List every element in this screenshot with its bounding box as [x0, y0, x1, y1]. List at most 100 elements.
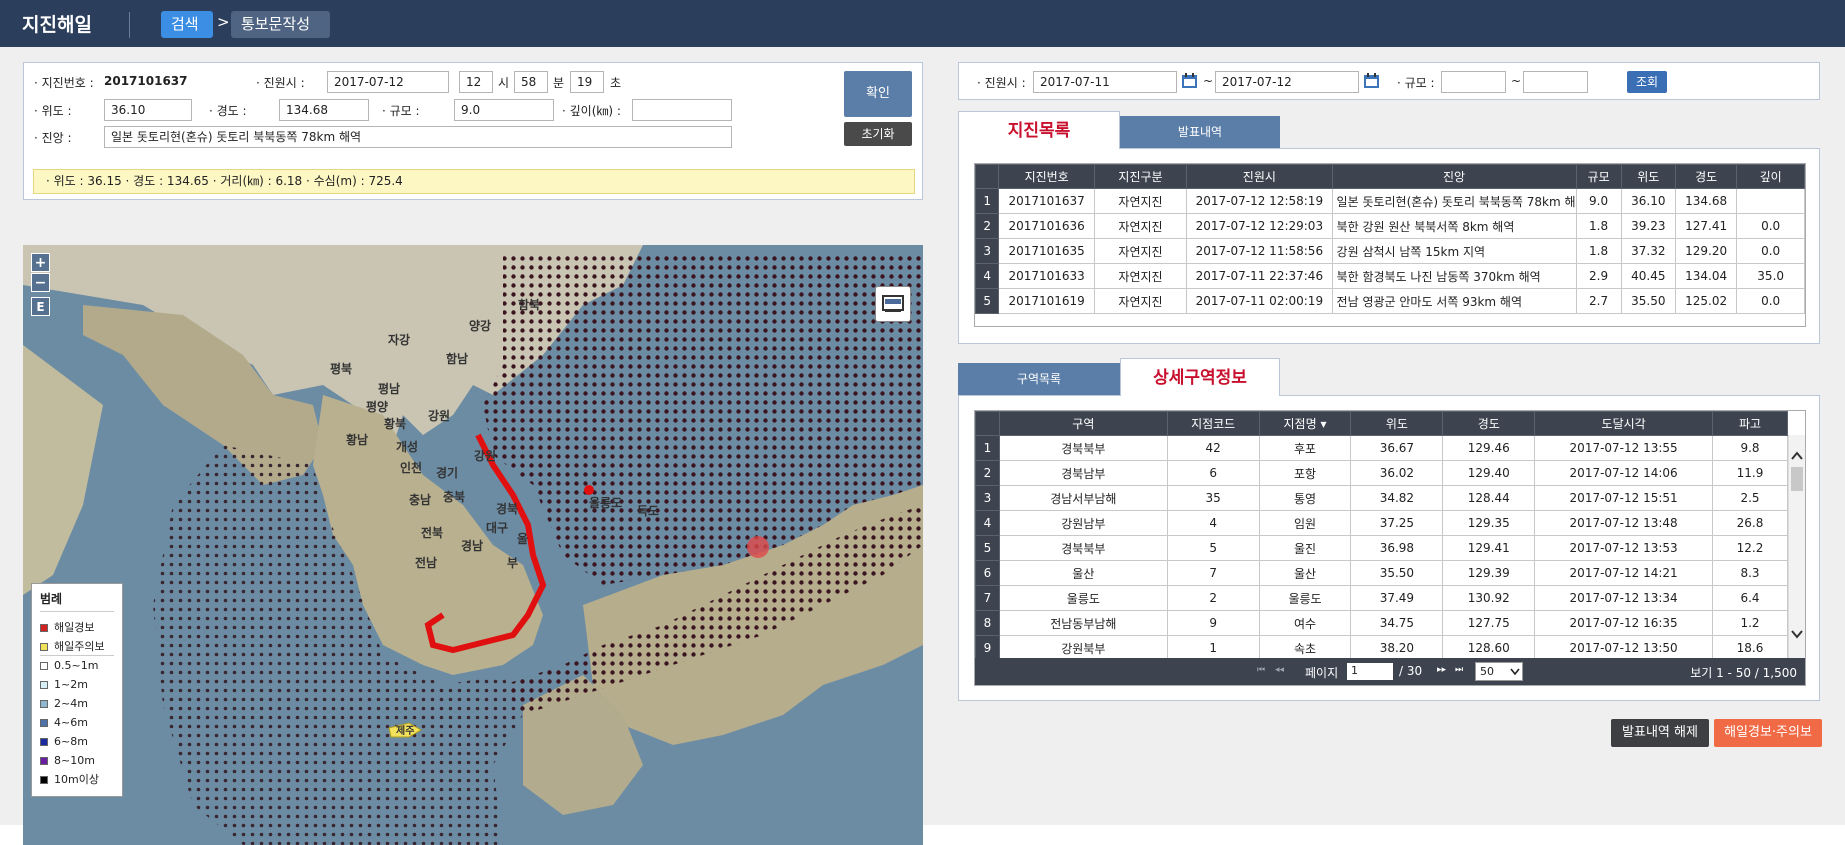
col-wave-height[interactable]: 파고	[1712, 411, 1788, 436]
magnitude-to-field[interactable]	[1523, 71, 1588, 93]
first-page-icon[interactable]: ⏮	[1257, 665, 1265, 675]
table-row[interactable]: 7 울릉도 2 울릉도 37.49 130.92 2017-07-12 13:34 6.4	[975, 585, 1788, 611]
confirm-button[interactable]: 확인	[844, 71, 912, 117]
col-eq-type[interactable]: 지진구분	[1093, 164, 1188, 189]
zoom-out-button[interactable]: −	[31, 273, 50, 292]
table-cell: 1.2	[1712, 610, 1788, 636]
col-depth[interactable]: 깊이	[1736, 164, 1805, 189]
minute-field[interactable]: 58	[514, 71, 548, 93]
table-cell: 울릉도	[1258, 585, 1352, 611]
table-cell: 자연지진	[1093, 288, 1188, 314]
date-from-field[interactable]: 2017-07-11	[1033, 71, 1177, 93]
table-row[interactable]: 5 2017101619 자연지진 2017-07-11 02:00:19 전남 영광군…	[975, 288, 1805, 314]
e-mode-button[interactable]: E	[31, 297, 50, 316]
scroll-thumb[interactable]	[1791, 467, 1803, 491]
lon-field[interactable]: 134.68	[279, 99, 369, 121]
col-epicenter[interactable]: 진앙	[1331, 164, 1577, 189]
table-row[interactable]: 2 경북남부 6 포항 36.02 129.40 2017-07-12 14:06 11.9	[975, 460, 1788, 486]
table-cell: 울산	[998, 560, 1168, 586]
query-button[interactable]: 조회	[1627, 71, 1667, 93]
tab-zone-list[interactable]: 구역목록	[958, 363, 1120, 396]
table-cell: 127.41	[1674, 213, 1738, 239]
scroll-up-icon[interactable]	[1791, 451, 1803, 461]
table-row[interactable]: 1 2017101637 자연지진 2017-07-12 12:58:19 일본 돗토리…	[975, 188, 1805, 214]
view-range-text: 보기 1 - 50 / 1,500	[1690, 666, 1797, 680]
calendar-icon[interactable]	[1363, 72, 1381, 90]
legend-label: 10m이상	[54, 773, 99, 786]
table-cell: 3	[975, 238, 1000, 264]
reset-button[interactable]: 초기화	[844, 122, 912, 146]
legend-swatch	[40, 643, 48, 651]
zoom-in-button[interactable]: +	[31, 253, 50, 272]
map-label: 부	[507, 556, 518, 570]
origin-date-field[interactable]: 2017-07-12	[327, 71, 449, 93]
page-number-input[interactable]: 1	[1347, 663, 1393, 680]
legend-label: 해일주의보	[54, 640, 105, 653]
legend-item: 6~8m	[40, 732, 114, 751]
col-eq-no[interactable]: 지진번호	[998, 164, 1095, 189]
tsunami-warning-advisory-button[interactable]: 해일경보·주의보	[1714, 719, 1822, 747]
chevron-down-icon	[1510, 668, 1520, 676]
second-field[interactable]: 19	[570, 71, 604, 93]
table-row[interactable]: 3 2017101635 자연지진 2017-07-12 11:58:56 강원 삼척시…	[975, 238, 1805, 264]
magnitude-from-field[interactable]	[1441, 71, 1506, 93]
table-row[interactable]: 4 2017101633 자연지진 2017-07-11 22:37:46 북한 함경북…	[975, 263, 1805, 289]
col-lon[interactable]: 경도	[1442, 411, 1536, 436]
epicenter-marker[interactable]	[747, 536, 769, 558]
lat-field[interactable]: 36.10	[104, 99, 192, 121]
table-cell: 자연지진	[1093, 213, 1188, 239]
hour-field[interactable]: 12	[459, 71, 493, 93]
table-cell: 2.5	[1712, 485, 1788, 511]
magnitude-field[interactable]: 9.0	[454, 99, 554, 121]
col-arrival-time[interactable]: 도달시각	[1534, 411, 1714, 436]
col-lat[interactable]: 위도	[1620, 164, 1676, 189]
table-row[interactable]: 1 경북북부 42 후포 36.67 129.46 2017-07-12 13:55 9.8	[975, 435, 1788, 461]
table-cell: 18.6	[1712, 635, 1788, 660]
col-zone[interactable]: 구역	[998, 411, 1168, 436]
table-row[interactable]: 8 전남동부남해 9 여수 34.75 127.75 2017-07-12 16:35 1.2	[975, 610, 1788, 636]
map-label: 강원	[474, 449, 496, 463]
legend-title: 범례	[40, 590, 114, 612]
col-lon[interactable]: 경도	[1674, 164, 1738, 189]
epicenter-field[interactable]: 일본 돗토리현(혼슈) 돗토리 북북동쪽 78km 해역	[104, 126, 732, 148]
table-cell: 2017-07-12 13:34	[1534, 585, 1714, 611]
legend-label: 2~4m	[54, 697, 88, 710]
next-page-icon[interactable]: ▸▸	[1437, 665, 1446, 675]
table-row[interactable]: 2 2017101636 자연지진 2017-07-12 12:29:03 북한 강원 …	[975, 213, 1805, 239]
legend-item: 8~10m	[40, 751, 114, 770]
table-row[interactable]: 6 울산 7 울산 35.50 129.39 2017-07-12 14:21 8.3	[975, 560, 1788, 586]
table-row[interactable]: 3 경남서부남해 35 통영 34.82 128.44 2017-07-12 15:51 2.…	[975, 485, 1788, 511]
layer-switch-button[interactable]	[875, 286, 911, 322]
tab-announcement-history[interactable]: 발표내역	[1120, 116, 1280, 149]
zone-table-wrap: 구역 지점코드 지점명 ▾ 위도 경도 도달시각 파고 1 경북북부 42 후포 36.…	[974, 410, 1806, 686]
table-row[interactable]: 4 강원남부 4 임원 37.25 129.35 2017-07-12 13:48 26.8	[975, 510, 1788, 536]
prev-page-icon[interactable]: ◂◂	[1275, 665, 1284, 675]
col-point-name[interactable]: 지점명 ▾	[1258, 411, 1352, 436]
calendar-icon[interactable]	[1181, 72, 1199, 90]
table-row[interactable]: 9 강원북부 1 속초 38.20 128.60 2017-07-12 13:50 18.6	[975, 635, 1788, 660]
zone-table-scroll-area[interactable]: 구역 지점코드 지점명 ▾ 위도 경도 도달시각 파고 1 경북북부 42 후포 36.…	[975, 411, 1788, 660]
table-cell: 자연지진	[1093, 238, 1188, 264]
tsunami-map[interactable]: 함북 양강 자강 함남 평북 평남 평양 강원 황북 황남 개성 인천 경기 강…	[23, 245, 923, 845]
search-tab-button[interactable]: 검색	[161, 11, 213, 38]
legend-swatch	[40, 624, 48, 632]
scroll-down-icon[interactable]	[1791, 629, 1803, 639]
tab-zone-detail[interactable]: 상세구역정보	[1120, 358, 1280, 396]
col-origin-time[interactable]: 진원시	[1186, 164, 1333, 189]
col-lat[interactable]: 위도	[1350, 411, 1444, 436]
table-row[interactable]: 5 경북북부 5 울진 36.98 129.41 2017-07-12 13:53 12.2	[975, 535, 1788, 561]
notice-write-tab-button[interactable]: 통보문작성	[231, 11, 330, 38]
col-point-code[interactable]: 지점코드	[1166, 411, 1260, 436]
depth-label: · 깊이(㎞) :	[562, 104, 621, 118]
col-magnitude[interactable]: 규모	[1575, 164, 1622, 189]
tab-earthquake-list[interactable]: 지진목록	[958, 111, 1120, 149]
date-to-field[interactable]: 2017-07-12	[1215, 71, 1359, 93]
page-size-select[interactable]: 50	[1475, 662, 1523, 681]
release-announcement-button[interactable]: 발표내역 해제	[1611, 719, 1709, 747]
table-cell: 8	[975, 610, 1000, 636]
zone-table-scrollbar[interactable]	[1788, 435, 1805, 660]
table-cell: 경북남부	[998, 460, 1168, 486]
last-page-icon[interactable]: ⏭	[1455, 665, 1463, 675]
map-label: 경남	[461, 538, 483, 553]
depth-field[interactable]	[632, 99, 732, 121]
